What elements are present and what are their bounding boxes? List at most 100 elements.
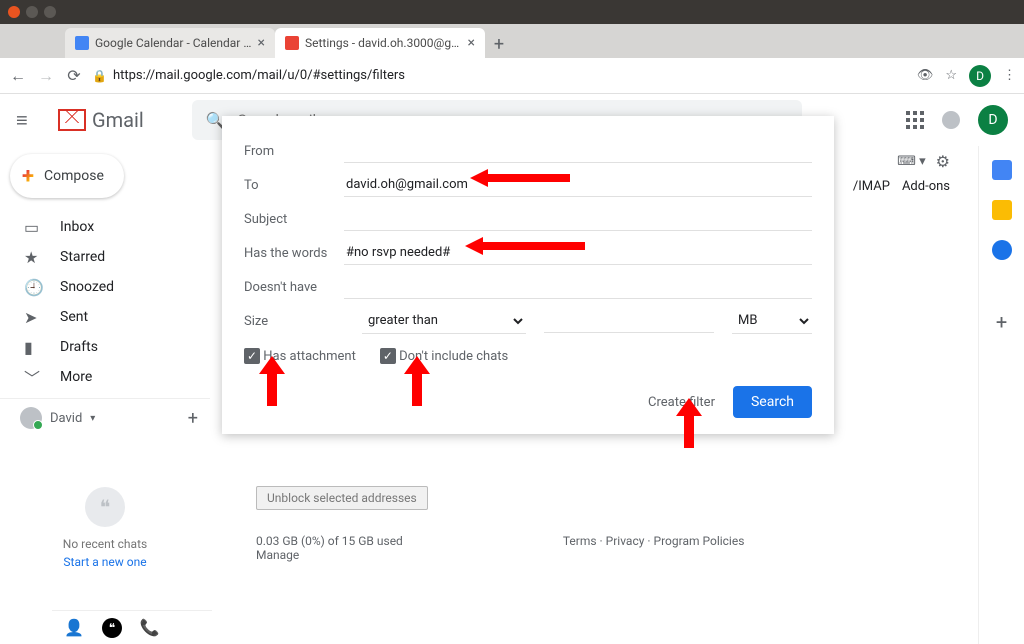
to-input[interactable]	[344, 173, 812, 197]
apps-grid-icon[interactable]	[906, 111, 924, 129]
hangouts-empty-text: No recent chats	[0, 537, 210, 551]
hangouts-icon[interactable]: ❝	[102, 618, 122, 638]
send-icon: ➤	[24, 308, 42, 327]
calendar-favicon-icon	[75, 36, 89, 50]
search-button[interactable]: Search	[733, 386, 812, 418]
forward-icon: →	[36, 66, 56, 86]
window-minimize-icon[interactable]	[26, 6, 38, 18]
settings-tab-imap[interactable]: /IMAP	[853, 179, 890, 194]
start-chat-link[interactable]: Start a new one	[0, 555, 210, 569]
clock-icon: 🕘	[24, 278, 42, 297]
calendar-addon-icon[interactable]	[992, 160, 1012, 180]
tab-title: Settings - david.oh.3000@gma	[305, 36, 462, 50]
gmail-logo-icon	[58, 109, 86, 131]
hangouts-bottom-bar: 👤 ❝ 📞	[52, 610, 212, 644]
hangouts-empty-state: ❝ No recent chats Start a new one	[0, 487, 210, 569]
annotation-arrow-icon	[672, 398, 706, 448]
window-close-icon[interactable]	[8, 6, 20, 18]
nav-label: Sent	[60, 309, 88, 325]
sidebar-item-starred[interactable]: ★Starred	[0, 242, 210, 272]
footer: 0.03 GB (0%) of 15 GB used Manage Terms …	[256, 534, 948, 562]
size-unit-select[interactable]: MB	[732, 308, 812, 334]
tab-close-icon[interactable]: ×	[258, 35, 265, 51]
chevron-down-icon: ﹀	[24, 365, 42, 389]
browser-tab-calendar[interactable]: Google Calendar - Calendar sett ×	[65, 28, 275, 58]
compose-label: Compose	[44, 168, 104, 184]
nav-label: More	[60, 369, 92, 385]
browser-tab-gmail-settings[interactable]: Settings - david.oh.3000@gma ×	[275, 28, 485, 58]
sidebar-item-sent[interactable]: ➤ Sent	[0, 302, 210, 332]
gmail-favicon-icon	[285, 36, 299, 50]
presence-avatar-icon	[20, 407, 42, 429]
file-icon: ▮	[24, 338, 42, 357]
window-titlebar	[0, 0, 1024, 24]
caret-down-icon: ▾	[90, 413, 95, 424]
from-input[interactable]	[344, 139, 812, 163]
star-icon[interactable]: ☆	[945, 68, 957, 83]
annotation-arrow-icon	[255, 356, 289, 406]
compose-button[interactable]: + Compose	[10, 154, 124, 198]
account-avatar[interactable]: D	[978, 105, 1008, 135]
to-label: To	[244, 178, 344, 193]
browser-tab-bar: Google Calendar - Calendar sett × Settin…	[0, 24, 1024, 58]
settings-tab-addons[interactable]: Add-ons	[902, 179, 950, 194]
storage-text: 0.03 GB (0%) of 15 GB used	[256, 534, 403, 548]
subject-label: Subject	[244, 212, 344, 227]
profile-name: David	[50, 411, 82, 426]
keep-addon-icon[interactable]	[992, 200, 1012, 220]
chat-bubble-icon: ❝	[85, 487, 125, 527]
sidebar-item-more[interactable]: ﹀ More	[0, 362, 210, 392]
browser-profile-avatar[interactable]: D	[969, 65, 991, 87]
phone-icon[interactable]: 📞	[140, 618, 160, 637]
star-icon: ★	[24, 248, 42, 267]
annotation-arrow-icon	[465, 234, 585, 258]
tasks-addon-icon[interactable]	[992, 240, 1012, 260]
nav-label: Snoozed	[60, 279, 114, 295]
doesnt-have-label: Doesn't have	[244, 280, 344, 295]
contacts-icon[interactable]: 👤	[64, 618, 84, 637]
subject-input[interactable]	[344, 207, 812, 231]
new-chat-icon[interactable]: +	[188, 408, 198, 429]
input-tools-icon[interactable]: ⌨ ▾	[897, 154, 926, 169]
url-text: https://mail.google.com/mail/u/0/#settin…	[113, 68, 405, 83]
gear-icon[interactable]: ⚙	[936, 152, 950, 171]
sidebar-item-snoozed[interactable]: 🕘 Snoozed	[0, 272, 210, 302]
nav-label: Inbox	[60, 219, 94, 235]
window-maximize-icon[interactable]	[44, 6, 56, 18]
size-value-input[interactable]	[544, 309, 714, 333]
gmail-logo-text: Gmail	[92, 108, 144, 132]
size-operator-select[interactable]: greater than	[362, 308, 526, 334]
sidebar-item-drafts[interactable]: ▮ Drafts	[0, 332, 210, 362]
annotation-arrow-icon	[400, 356, 434, 406]
inbox-icon: ▭	[24, 218, 42, 237]
back-icon[interactable]: ←	[8, 66, 28, 86]
reload-icon[interactable]: ⟳	[64, 66, 84, 85]
url-field[interactable]: 🔒 https://mail.google.com/mail/u/0/#sett…	[92, 68, 909, 83]
gmail-logo[interactable]: Gmail	[58, 108, 144, 132]
has-words-label: Has the words	[244, 246, 344, 261]
eye-icon[interactable]: 👁	[917, 68, 934, 83]
unblock-button[interactable]: Unblock selected addresses	[256, 486, 428, 510]
tab-close-icon[interactable]: ×	[468, 35, 475, 51]
plus-icon: +	[22, 164, 34, 189]
manage-storage-link[interactable]: Manage	[256, 548, 299, 562]
search-filter-panel: From To Subject Has the words Doesn't ha…	[222, 116, 834, 434]
hangouts-profile[interactable]: David ▾ +	[0, 398, 210, 437]
from-label: From	[244, 144, 344, 159]
notifications-icon[interactable]	[942, 111, 960, 129]
sidebar-item-inbox[interactable]: ▭ Inbox	[0, 212, 210, 242]
new-tab-button[interactable]: +	[485, 30, 513, 58]
browser-menu-icon[interactable]: ⋮	[1003, 68, 1016, 83]
privacy-link[interactable]: Privacy	[606, 534, 645, 548]
settings-toolbar: ⌨ ▾ ⚙ /IMAP Add-ons	[853, 146, 978, 194]
policies-link[interactable]: Program Policies	[654, 534, 745, 548]
terms-link[interactable]: Terms	[563, 534, 597, 548]
browser-address-bar: ← → ⟳ 🔒 https://mail.google.com/mail/u/0…	[0, 58, 1024, 94]
nav-label: Drafts	[60, 339, 98, 355]
sidebar: + Compose ▭ Inbox ★Starred 🕘 Snoozed ➤ Sent…	[0, 146, 210, 644]
doesnt-have-input[interactable]	[344, 275, 812, 299]
annotation-arrow-icon	[470, 166, 570, 190]
tab-title: Google Calendar - Calendar sett	[95, 36, 252, 50]
get-addons-icon[interactable]: +	[996, 310, 1007, 334]
main-menu-icon[interactable]: ≡	[16, 108, 40, 133]
